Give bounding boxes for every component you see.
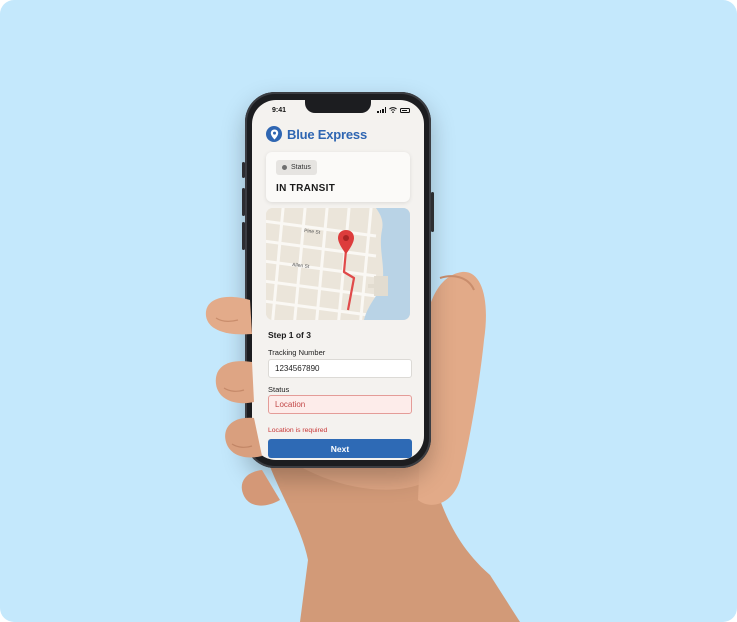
power-button xyxy=(431,192,434,232)
volume-up-button xyxy=(242,188,245,216)
map-pier-arm xyxy=(368,284,376,288)
map-pier xyxy=(374,276,388,296)
next-button[interactable]: Next xyxy=(268,439,412,458)
status-field-label: Status xyxy=(268,385,290,394)
volume-down-button xyxy=(242,222,245,250)
phone-screen: 9:41 Blue Express Status IN TRANSIT Pine… xyxy=(252,100,424,460)
phone-device: 9:41 Blue Express Status IN TRANSIT Pine… xyxy=(242,92,434,468)
status-chip: Status xyxy=(276,160,317,175)
status-chip-label: Status xyxy=(291,164,311,171)
shipment-status-value: IN TRANSIT xyxy=(276,183,336,194)
status-error-message: Location is required xyxy=(268,427,328,434)
status-location-input[interactable]: Location xyxy=(268,395,412,414)
app-title: Blue Express xyxy=(287,126,367,142)
map-canvas: Pine St Allen St xyxy=(266,208,410,320)
location-pin-icon xyxy=(266,126,282,142)
notch xyxy=(305,100,371,113)
backdrop: 9:41 Blue Express Status IN TRANSIT Pine… xyxy=(0,0,737,622)
status-icons xyxy=(377,107,410,113)
status-dot-icon xyxy=(282,165,287,170)
signal-icon xyxy=(377,107,386,113)
step-indicator: Step 1 of 3 xyxy=(268,330,311,340)
status-time: 9:41 xyxy=(272,107,287,114)
tracking-number-label: Tracking Number xyxy=(268,348,326,357)
shipment-status-card: Status IN TRANSIT xyxy=(266,152,410,202)
silent-switch xyxy=(242,162,245,178)
battery-icon xyxy=(400,107,410,113)
wifi-icon xyxy=(389,107,397,113)
tracking-number-input[interactable]: 1234567890 xyxy=(268,359,412,378)
tracking-map[interactable]: Pine St Allen St xyxy=(266,208,410,320)
app-header: Blue Express xyxy=(266,126,367,142)
